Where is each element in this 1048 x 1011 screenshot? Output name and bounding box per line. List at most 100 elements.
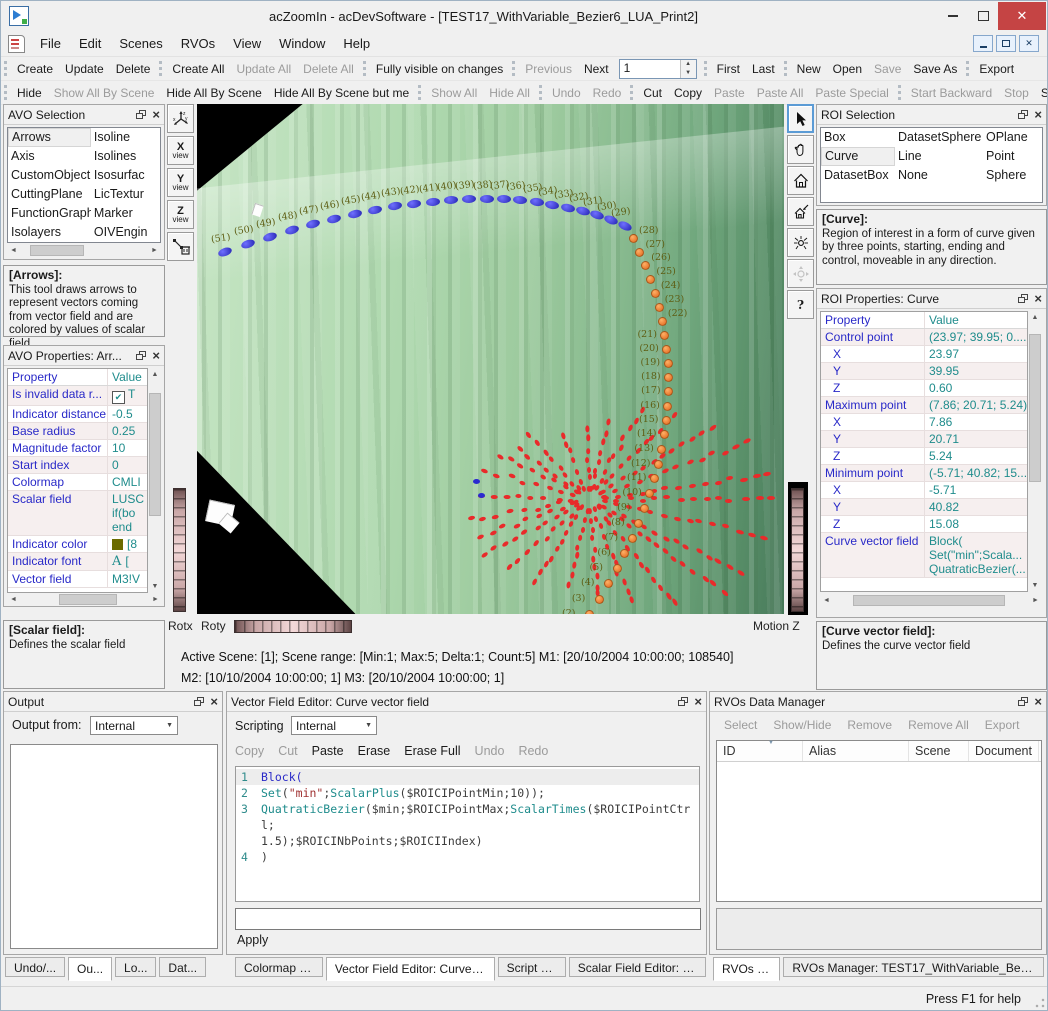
roi-item-oplane[interactable]: OPlane bbox=[983, 128, 1041, 147]
toolbar-button-hide[interactable]: Hide bbox=[11, 86, 48, 100]
tab-scalar-field-editor-sc-[interactable]: Scalar Field Editor: Sc... bbox=[569, 957, 706, 977]
spin-down-icon[interactable]: ▼ bbox=[681, 69, 696, 78]
menu-edit[interactable]: Edit bbox=[70, 36, 110, 51]
menu-help[interactable]: Help bbox=[334, 36, 379, 51]
menu-rvos[interactable]: RVOs bbox=[172, 36, 224, 51]
close-button[interactable]: ✕ bbox=[998, 2, 1046, 30]
checkbox-checked-icon[interactable]: ✔ bbox=[112, 391, 125, 404]
roty-thumbwheel[interactable] bbox=[234, 620, 352, 633]
horizontal-scrollbar[interactable]: ◄► bbox=[7, 244, 161, 257]
horizontal-scrollbar[interactable]: ◄► bbox=[820, 594, 1042, 607]
close-icon[interactable]: × bbox=[152, 349, 160, 362]
toolbar-button-new[interactable]: New bbox=[791, 62, 827, 76]
z-view-button[interactable]: Zview bbox=[167, 200, 194, 229]
table-row[interactable]: Curve vector fieldBlock(Set("min";Scala.… bbox=[821, 533, 1027, 578]
roi-item-box[interactable]: Box bbox=[821, 128, 895, 147]
resize-grip[interactable] bbox=[1035, 998, 1045, 1008]
axes-view-button[interactable]: zxy bbox=[167, 104, 194, 133]
rvos-table[interactable]: ID▼AliasSceneDocument bbox=[716, 740, 1042, 902]
float-icon[interactable] bbox=[1018, 110, 1028, 119]
scroll-up-icon[interactable]: ▲ bbox=[1029, 311, 1042, 324]
avo-item-isolines[interactable]: Isolines bbox=[91, 147, 160, 166]
table-row[interactable]: Base radius0.25 bbox=[8, 423, 147, 440]
toolbar-button-first[interactable]: First bbox=[711, 62, 746, 76]
table-row[interactable]: X-5.71 bbox=[821, 482, 1027, 499]
scroll-left-icon[interactable]: ◄ bbox=[7, 593, 20, 606]
column-header-document[interactable]: Document bbox=[969, 741, 1039, 761]
table-row[interactable]: Z5.24 bbox=[821, 448, 1027, 465]
tab-rvos-d-[interactable]: RVOs D... bbox=[713, 957, 780, 981]
table-row[interactable]: Vector fieldM3!V bbox=[8, 571, 147, 588]
table-row[interactable]: Scalar fieldLUSCif(boend bbox=[8, 491, 147, 536]
toolbar-button-copy[interactable]: Copy bbox=[668, 86, 708, 100]
scroll-track[interactable] bbox=[20, 594, 149, 605]
code-editor[interactable]: 1Block(2Set("min";ScalarPlus($ROICIPoint… bbox=[235, 766, 700, 902]
select-cursor-button[interactable] bbox=[787, 104, 814, 133]
float-icon[interactable] bbox=[1018, 294, 1028, 303]
scroll-thumb[interactable] bbox=[30, 245, 84, 256]
menu-view[interactable]: View bbox=[224, 36, 270, 51]
toolbar-button-hide-all-by-scene[interactable]: Hide All By Scene bbox=[160, 86, 267, 100]
avo-item-cuttingplane[interactable]: CuttingPlane bbox=[8, 185, 91, 204]
avo-properties-table[interactable]: PropertyValueIs invalid data r...✔TIndic… bbox=[7, 368, 148, 593]
table-row[interactable]: PropertyValue bbox=[821, 312, 1027, 329]
vfe-button-erase-full[interactable]: Erase Full bbox=[404, 744, 460, 762]
output-source-dropdown[interactable]: Internal▼ bbox=[90, 716, 178, 735]
dolly-thumbwheel[interactable] bbox=[791, 488, 804, 612]
roi-item-line[interactable]: Line bbox=[895, 147, 983, 166]
toolbar-button-update[interactable]: Update bbox=[59, 62, 110, 76]
measure-delete-button[interactable] bbox=[167, 232, 194, 261]
table-row[interactable]: Z0.60 bbox=[821, 380, 1027, 397]
toolbar-button-cut[interactable]: Cut bbox=[637, 86, 668, 100]
table-row[interactable]: Maximum point(7.86; 20.71; 5.24) bbox=[821, 397, 1027, 414]
tab-rvos-manager-test17-withvariable-bezier6-[interactable]: RVOs Manager: TEST17_WithVariable_Bezier… bbox=[783, 957, 1044, 977]
mdi-restore-button[interactable] bbox=[996, 35, 1016, 52]
toolbar-button-create[interactable]: Create bbox=[11, 62, 59, 76]
table-row[interactable]: Indicator fontA[ bbox=[8, 553, 147, 571]
column-header-alias[interactable]: Alias bbox=[803, 741, 909, 761]
toolbar-button-last[interactable]: Last bbox=[746, 62, 781, 76]
scroll-track[interactable] bbox=[149, 381, 161, 580]
y-view-button[interactable]: Yview bbox=[167, 168, 194, 197]
scroll-down-icon[interactable]: ▼ bbox=[1029, 579, 1042, 592]
view-all-button[interactable] bbox=[787, 228, 814, 257]
vertical-scrollbar[interactable]: ▲▼ bbox=[148, 368, 162, 593]
close-icon[interactable]: × bbox=[210, 695, 218, 708]
code-line[interactable]: 3QuatraticBezier($min;$ROICIPointMax;Sca… bbox=[236, 801, 699, 833]
toolbar-button-fully-visible-on-changes[interactable]: Fully visible on changes bbox=[370, 62, 509, 76]
vertical-scrollbar[interactable]: ▲▼ bbox=[1028, 311, 1042, 592]
table-row[interactable]: ColormapCMLI bbox=[8, 474, 147, 491]
avo-item-lictextur[interactable]: LicTextur bbox=[91, 185, 160, 204]
scroll-track[interactable] bbox=[1029, 324, 1041, 579]
avo-item-isoline[interactable]: Isoline bbox=[91, 128, 160, 147]
help-button[interactable]: ? bbox=[787, 290, 814, 319]
toolbar-button-export[interactable]: Export bbox=[973, 62, 1020, 76]
toolbar-button-create-all[interactable]: Create All bbox=[166, 62, 230, 76]
code-line[interactable]: 4) bbox=[236, 849, 699, 865]
toolbar-button-next[interactable]: Next bbox=[578, 62, 615, 76]
avo-item-axis[interactable]: Axis bbox=[8, 147, 91, 166]
float-icon[interactable] bbox=[678, 697, 688, 706]
code-line[interactable]: 1Block( bbox=[236, 769, 699, 785]
toolbar-button-hide-all-by-scene-but-me[interactable]: Hide All By Scene but me bbox=[268, 86, 415, 100]
table-row[interactable]: Is invalid data r...✔T bbox=[8, 386, 147, 406]
scroll-track[interactable] bbox=[833, 595, 1029, 606]
pan-hand-button[interactable] bbox=[787, 135, 814, 164]
table-row[interactable]: Indicator color[8 bbox=[8, 536, 147, 553]
tab-vector-field-editor-curve-ve-[interactable]: Vector Field Editor: Curve ve... bbox=[326, 957, 495, 981]
code-line[interactable]: 2Set("min";ScalarPlus($ROICIPointMin;10)… bbox=[236, 785, 699, 801]
avo-item-functiongrapher[interactable]: FunctionGrapher bbox=[8, 204, 91, 223]
vfe-button-paste[interactable]: Paste bbox=[312, 744, 344, 762]
output-log-area[interactable] bbox=[10, 744, 218, 949]
toolbar-button-delete[interactable]: Delete bbox=[110, 62, 157, 76]
table-row[interactable]: X23.97 bbox=[821, 346, 1027, 363]
scroll-thumb[interactable] bbox=[1029, 334, 1041, 482]
float-icon[interactable] bbox=[136, 110, 146, 119]
scroll-right-icon[interactable]: ► bbox=[148, 244, 161, 257]
close-icon[interactable]: × bbox=[152, 108, 160, 121]
spin-up-icon[interactable]: ▲ bbox=[681, 60, 696, 69]
scroll-thumb[interactable] bbox=[149, 393, 161, 516]
table-row[interactable]: Y40.82 bbox=[821, 499, 1027, 516]
tab-colormap-fi-[interactable]: Colormap Fi... bbox=[235, 957, 323, 977]
viewport-3d[interactable]: (51)(50)(49)(48)(47)(46)(45)(44)(43)(42)… bbox=[197, 104, 784, 614]
